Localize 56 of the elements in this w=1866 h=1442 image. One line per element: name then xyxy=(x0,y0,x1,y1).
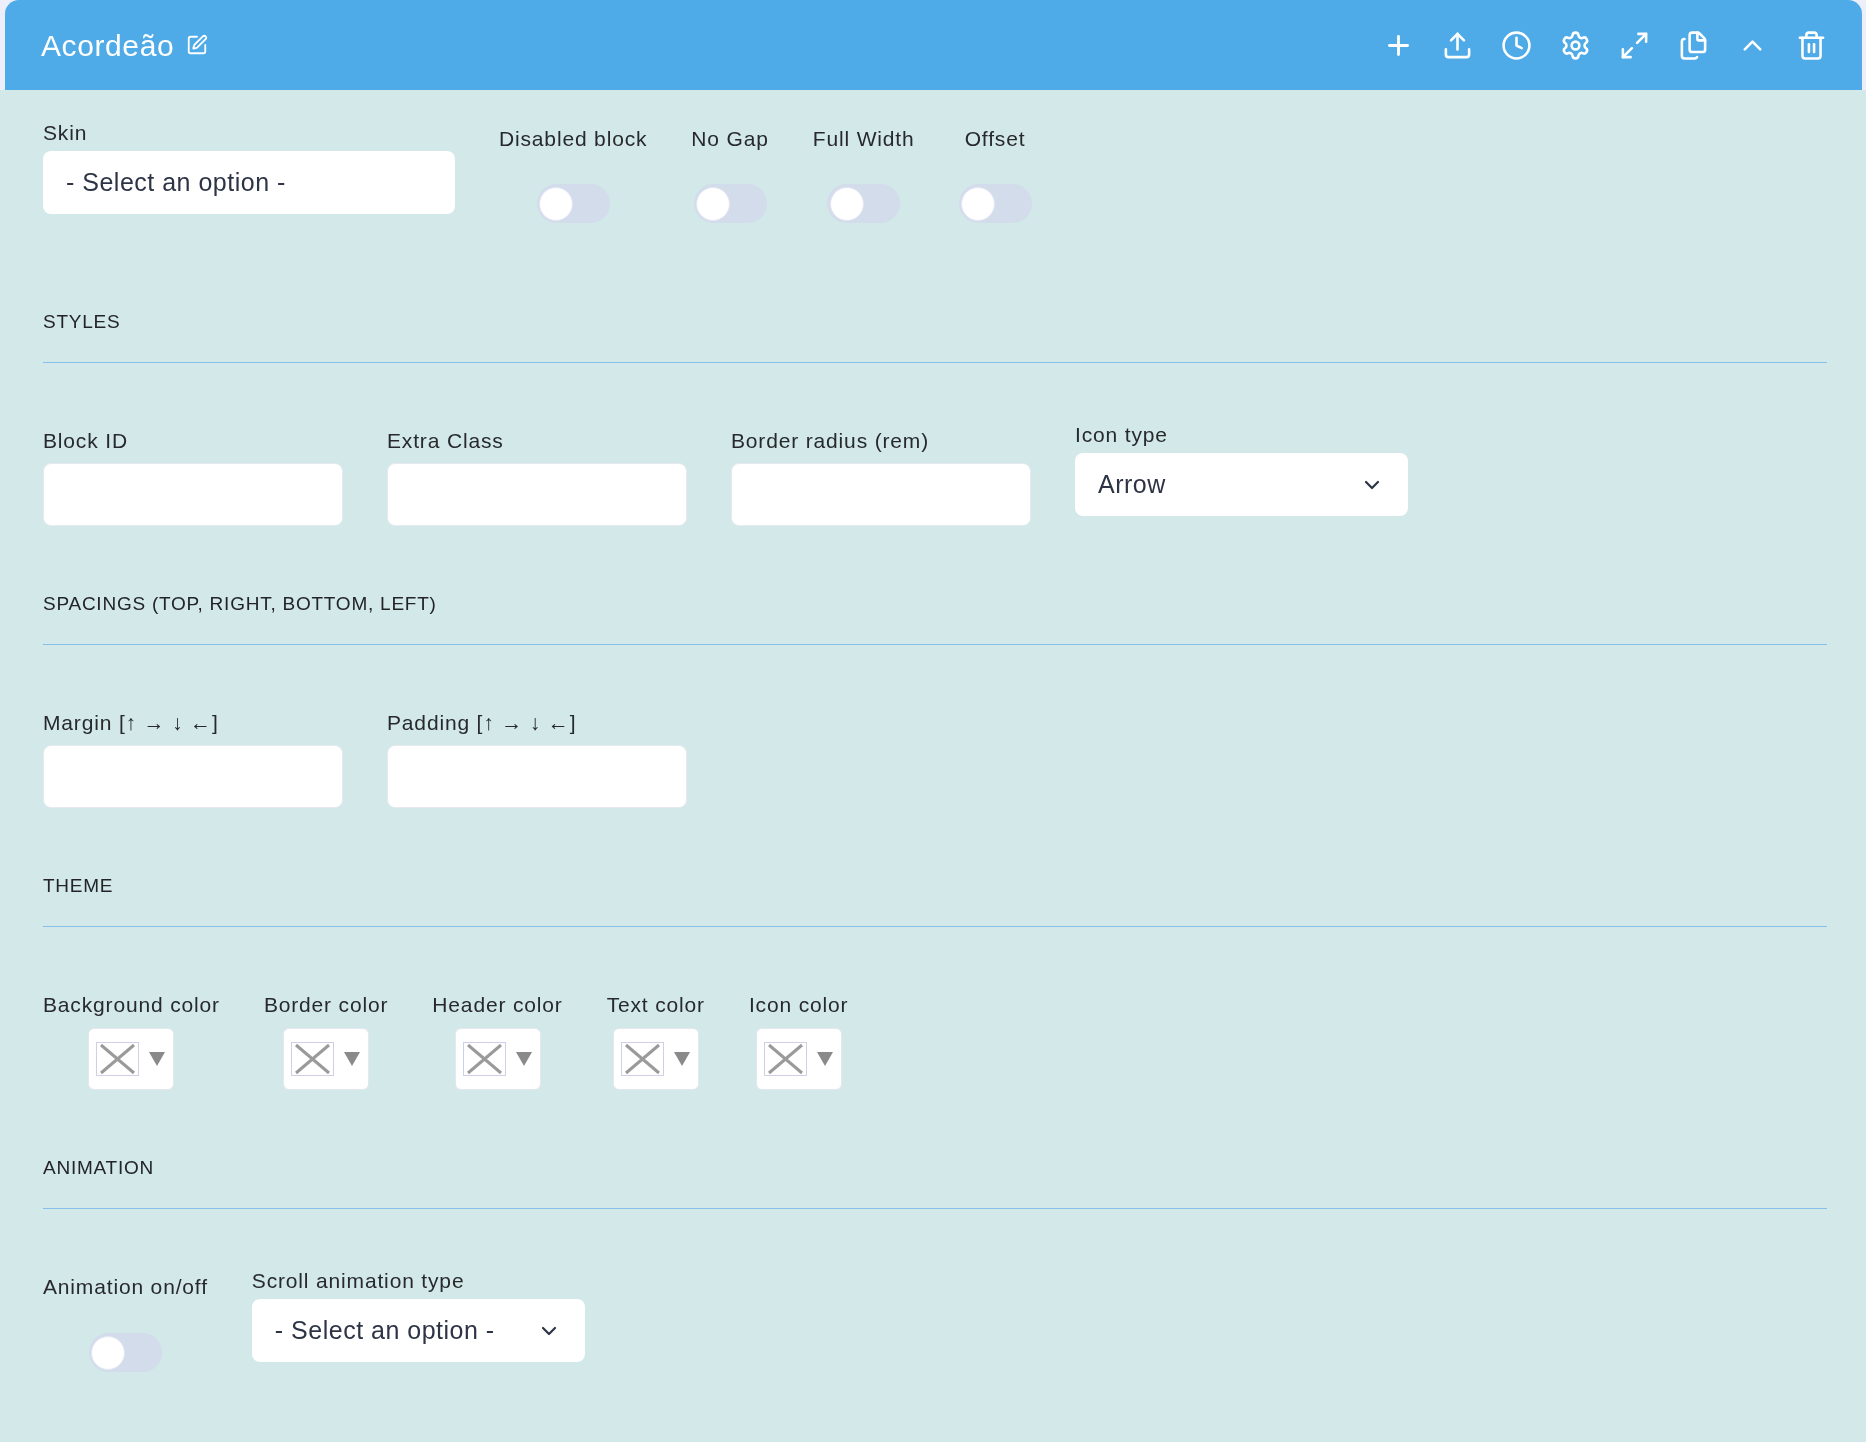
field-label: Offset xyxy=(964,127,1026,151)
select-dropdown[interactable]: Arrow xyxy=(1075,453,1408,516)
field-label: Extra Class xyxy=(387,429,505,453)
text-input[interactable] xyxy=(731,463,1031,526)
section-heading: THEME xyxy=(43,874,115,898)
crossed-swatch-icon xyxy=(462,1042,506,1076)
settings-icon[interactable] xyxy=(1560,29,1591,61)
select-dropdown[interactable]: - Select an option - xyxy=(251,1299,585,1362)
field-label: Animation on/off xyxy=(43,1275,208,1299)
field-label: Text color xyxy=(606,993,705,1017)
trash-icon[interactable] xyxy=(1796,29,1827,61)
text-input[interactable] xyxy=(43,745,343,808)
field-label: No Gap xyxy=(691,127,769,151)
toggle-switch[interactable] xyxy=(88,1333,162,1372)
field-label: Border color xyxy=(263,993,389,1017)
field-label: Icon color xyxy=(748,993,849,1017)
clock-icon[interactable] xyxy=(1501,29,1532,61)
crossed-swatch-icon xyxy=(96,1042,140,1076)
field-label: Full Width xyxy=(812,127,915,151)
select-dropdown[interactable]: - Select an option - xyxy=(43,151,455,214)
crossed-swatch-icon xyxy=(620,1042,664,1076)
color-picker[interactable] xyxy=(283,1028,370,1090)
color-picker[interactable] xyxy=(755,1028,842,1090)
documents-icon[interactable] xyxy=(1678,29,1709,61)
field-label: Disabled block xyxy=(499,127,648,151)
field-label: Icon type xyxy=(1075,423,1169,447)
field-label: Border radius (rem) xyxy=(731,429,930,453)
field-label: Padding [↑ → ↓ ←] xyxy=(387,711,578,735)
field-label: Skin xyxy=(43,121,89,145)
field-label: Background color xyxy=(43,993,220,1017)
text-input[interactable] xyxy=(387,463,687,526)
color-picker[interactable] xyxy=(454,1028,541,1090)
section-heading: STYLES xyxy=(43,310,122,334)
toggle-switch[interactable] xyxy=(827,184,901,223)
section-heading: ANIMATION xyxy=(43,1156,155,1180)
edit-icon[interactable] xyxy=(186,34,209,56)
toggle-switch[interactable] xyxy=(536,184,610,223)
color-picker[interactable] xyxy=(612,1028,699,1090)
field-label: Header color xyxy=(432,993,563,1017)
text-input[interactable] xyxy=(387,745,687,808)
block-title: Acordeão xyxy=(41,27,175,64)
caret-down-icon xyxy=(515,1052,532,1066)
section-heading: SPACINGS (TOP, RIGHT, BOTTOM, LEFT) xyxy=(43,592,438,616)
caret-down-icon xyxy=(673,1052,690,1066)
field-label: Block ID xyxy=(43,429,129,453)
caret-down-icon xyxy=(816,1052,833,1066)
text-input[interactable] xyxy=(43,463,343,526)
crossed-swatch-icon xyxy=(291,1042,335,1076)
caret-down-icon xyxy=(149,1052,166,1066)
toggle-switch[interactable] xyxy=(958,184,1032,223)
crossed-swatch-icon xyxy=(763,1042,807,1076)
color-picker[interactable] xyxy=(88,1028,175,1090)
field-label: Scroll animation type xyxy=(251,1269,466,1293)
caret-down-icon xyxy=(344,1052,361,1066)
field-label: Margin [↑ → ↓ ←] xyxy=(43,711,220,735)
toggle-switch[interactable] xyxy=(693,184,767,223)
